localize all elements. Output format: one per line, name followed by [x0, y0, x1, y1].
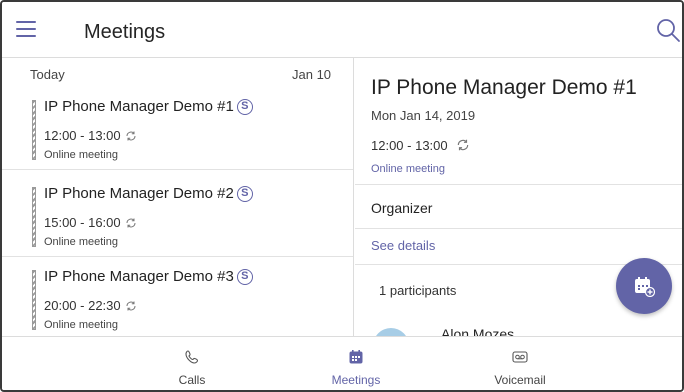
- meeting-item[interactable]: IP Phone Manager Demo #2 S 15:00 - 16:00 …: [2, 175, 353, 257]
- meeting-title: IP Phone Manager Demo #2: [44, 185, 234, 202]
- day-date: Jan 10: [292, 67, 332, 82]
- search-icon[interactable]: [654, 16, 682, 44]
- day-label: Today: [30, 67, 65, 82]
- recurring-icon: [126, 301, 136, 311]
- meeting-time: 15:00 - 16:00: [44, 215, 121, 230]
- meeting-title: IP Phone Manager Demo #1: [44, 98, 234, 115]
- nav-label: Calls: [178, 373, 206, 387]
- app-header: Meetings: [2, 2, 682, 58]
- new-meeting-button[interactable]: [616, 258, 672, 314]
- detail-date: Mon Jan 14, 2019: [371, 108, 476, 123]
- meeting-status-bar: [32, 187, 36, 247]
- detail-type: Online meeting: [371, 163, 445, 175]
- recurring-icon: [126, 131, 136, 141]
- skype-icon: S: [236, 269, 253, 285]
- nav-voicemail[interactable]: Voicemail: [460, 337, 580, 390]
- meeting-item[interactable]: IP Phone Manager Demo #1 S 12:00 - 13:00 …: [2, 88, 353, 170]
- meeting-title: IP Phone Manager Demo #3: [44, 268, 234, 285]
- voicemail-icon: [512, 351, 528, 363]
- meeting-status-bar: [32, 100, 36, 160]
- participants-count: 1 participants: [379, 283, 457, 298]
- skype-icon: S: [236, 186, 253, 202]
- participant-name: Alon Mozes: [441, 326, 515, 336]
- detail-time: 12:00 - 13:00: [371, 138, 448, 153]
- recurring-icon: [126, 218, 136, 228]
- meeting-item[interactable]: IP Phone Manager Demo #3 S 20:00 - 22:30 …: [2, 258, 353, 336]
- meeting-time-row: 20:00 - 22:30: [44, 298, 137, 313]
- phone-icon: [185, 350, 199, 364]
- meeting-title-row: IP Phone Manager Demo #1 S: [44, 98, 253, 115]
- page-title: Meetings: [84, 21, 166, 43]
- nav-meetings[interactable]: Meetings: [296, 337, 416, 390]
- bottom-nav: Calls Meetings Voicemail: [2, 336, 682, 390]
- meeting-title-row: IP Phone Manager Demo #2 S: [44, 185, 253, 202]
- nav-label: Meetings: [331, 373, 381, 387]
- avatar: [373, 328, 409, 336]
- skype-icon: S: [236, 99, 253, 115]
- see-details-link[interactable]: See details: [371, 238, 435, 253]
- meeting-title-row: IP Phone Manager Demo #3 S: [44, 268, 253, 285]
- meeting-time: 20:00 - 22:30: [44, 298, 121, 313]
- nav-label: Voicemail: [494, 373, 546, 387]
- meeting-status-bar: [32, 270, 36, 330]
- meeting-time-row: 12:00 - 13:00: [44, 128, 137, 143]
- meeting-list: Today Jan 10 IP Phone Manager Demo #1 S 1…: [2, 58, 354, 336]
- meeting-type: Online meeting: [44, 149, 118, 161]
- meeting-type: Online meeting: [44, 236, 118, 248]
- hamburger-menu-icon[interactable]: [14, 16, 42, 42]
- divider: [355, 184, 682, 185]
- calendar-icon: [349, 350, 363, 364]
- nav-calls[interactable]: Calls: [132, 337, 252, 390]
- detail-time-row: 12:00 - 13:00: [371, 138, 470, 153]
- meeting-type: Online meeting: [44, 319, 118, 331]
- phone-screen: Meetings Today Jan 10 IP Phone Manager D…: [0, 0, 684, 392]
- detail-title: IP Phone Manager Demo #1: [371, 76, 637, 99]
- organizer-label: Organizer: [371, 200, 433, 216]
- recurring-icon: [457, 139, 468, 151]
- meeting-time: 12:00 - 13:00: [44, 128, 121, 143]
- calendar-add-icon: [635, 277, 655, 297]
- meeting-time-row: 15:00 - 16:00: [44, 215, 137, 230]
- divider: [355, 228, 682, 229]
